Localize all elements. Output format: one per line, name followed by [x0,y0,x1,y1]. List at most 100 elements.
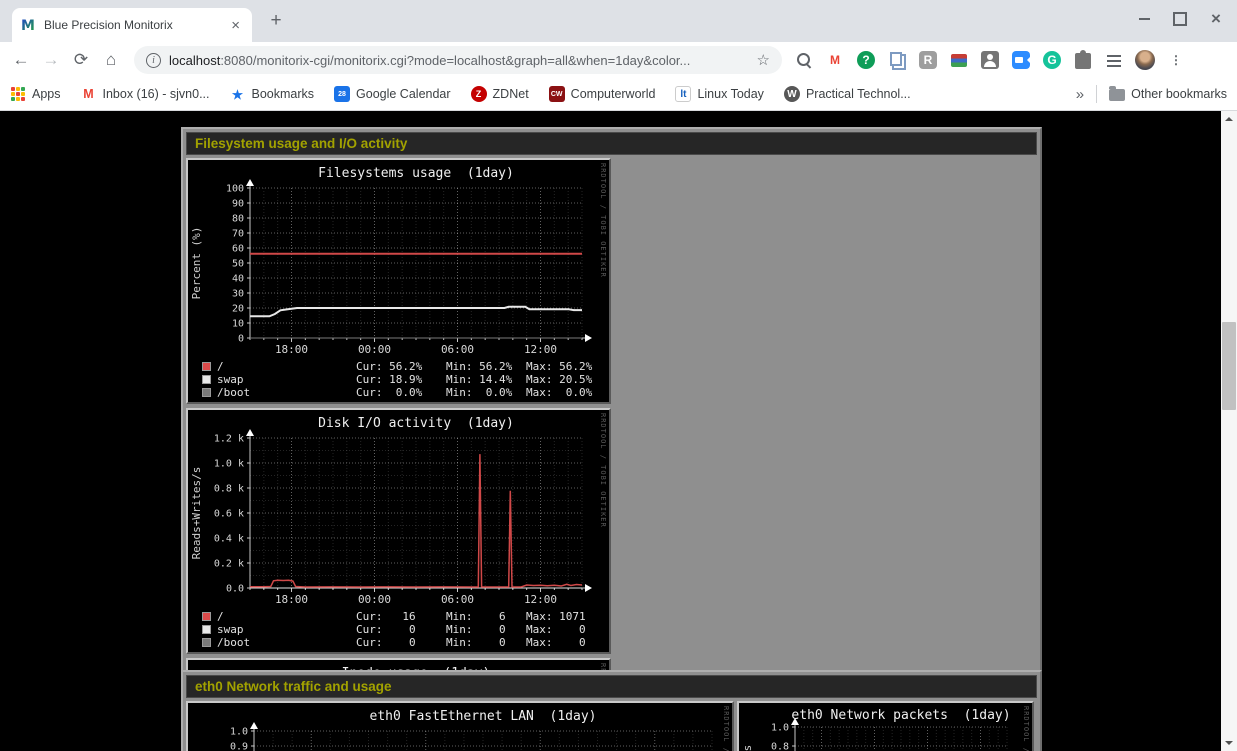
url-text[interactable]: localhost:8080/monitorix-cgi/monitorix.c… [169,53,749,68]
zoom-icon[interactable] [1011,50,1031,70]
legend-cur: Cur: 0 [356,623,416,636]
svg-text:18:00: 18:00 [275,593,308,606]
legend-row: /Cur: 56.2%Min: 56.2%Max: 56.2% [188,360,609,373]
section-header: eth0 Network traffic and usage [186,675,1037,698]
svg-text:0.6 k: 0.6 k [214,509,244,520]
svg-text:1.0 k: 1.0 k [214,459,244,470]
svg-text:70: 70 [232,229,244,240]
legend-min: Min: 0 [446,623,506,636]
menu-dots-icon[interactable]: ⋮ [1166,50,1186,70]
svg-text:Packets/s: Packets/s [741,745,754,751]
browser-tab[interactable]: M Blue Precision Monitorix × [12,8,252,42]
graph-legend: /Cur: 56.2%Min: 56.2%Max: 56.2%swapCur: … [188,360,609,399]
site-info-icon[interactable]: i [146,53,161,68]
playlist-icon[interactable] [1104,50,1124,70]
address-bar[interactable]: i localhost:8080/monitorix-cgi/monitorix… [134,46,782,74]
bookmark-item[interactable]: CWComputerworld [549,86,656,102]
graph-grid: eth0 FastEthernet LAN (1day)1.00.90.80.7… [186,701,1037,751]
monitorix-favicon: M [20,17,36,33]
browser-toolbar: ← → ⟳ ⌂ i localhost:8080/monitorix-cgi/m… [0,42,1237,78]
bookmark-star-icon[interactable]: ☆ [757,51,770,69]
svg-text:00:00: 00:00 [358,593,391,606]
books-stack-icon[interactable] [949,50,969,70]
legend-min: Min: 56.2% [446,360,512,373]
graph-canvas: Filesystems usage (1day)Percent (%)10090… [188,160,609,360]
bookmarks-overflow-chevron[interactable]: » [1076,86,1084,103]
bookmark-item[interactable]: Apps [10,86,61,102]
legend-max: Max: 0.0% [526,386,592,399]
r-extension-icon[interactable]: R [918,50,938,70]
graph-legend: /Cur: 16Min: 6Max: 1071swapCur: 0Min: 0M… [188,610,609,649]
svg-text:0.4 k: 0.4 k [214,534,244,545]
reload-button[interactable]: ⟳ [68,47,94,73]
bookmark-item[interactable]: 28Google Calendar [334,86,451,102]
legend-color-swatch [202,625,211,634]
svg-text:20: 20 [232,304,244,315]
svg-text:1.0: 1.0 [771,723,789,734]
tab-close-icon[interactable]: × [227,17,244,34]
person-badge-icon[interactable] [980,50,1000,70]
legend-row: swapCur: 18.9%Min: 14.4%Max: 20.5% [188,373,609,386]
forward-button[interactable]: → [38,47,64,73]
bookmark-item[interactable]: W Practical Technol... [784,86,911,102]
puzzle-icon[interactable] [1073,50,1093,70]
window-controls: × [1133,8,1227,30]
home-button[interactable]: ⌂ [98,47,124,73]
svg-text:1.0: 1.0 [230,727,248,738]
new-tab-button[interactable]: + [262,8,290,36]
svg-text:0.8: 0.8 [771,742,789,751]
legend-max: Max: 0 [526,636,586,649]
linuxtoday-icon: lt [675,86,691,102]
wordpress-icon: W [784,86,800,102]
svg-text:12:00: 12:00 [524,343,557,356]
legend-name: swap [217,373,244,386]
graph-panel[interactable]: eth0 Network packets (1day) Packets/s 1.0 0… [737,701,1034,751]
graph-panel[interactable]: Filesystems usage (1day)Percent (%)10090… [186,158,611,404]
graph-panel[interactable]: Disk I/O activity (1day) Reads+Writes/s 1.… [186,408,611,654]
bookmark-label: Practical Technol... [806,87,911,101]
scrollbar[interactable] [1221,111,1237,751]
legend-row: /Cur: 16Min: 6Max: 1071 [188,610,609,623]
bookmark-item[interactable]: ZZDNet [471,86,529,102]
legend-max: Max: 20.5% [526,373,592,386]
svg-text:1.2 k: 1.2 k [214,434,244,445]
legend-row: /bootCur: 0Min: 0Max: 0 [188,636,609,649]
window-close-button[interactable]: × [1205,8,1227,30]
bookmark-item[interactable]: ★Bookmarks [230,86,315,102]
profile-avatar[interactable] [1135,50,1155,70]
svg-text:0.2 k: 0.2 k [214,559,244,570]
search-icon[interactable] [794,50,814,70]
bookmark-label: Bookmarks [252,87,315,101]
legend-color-swatch [202,362,211,371]
bookmark-item[interactable]: MInbox (16) - sjvn0... [81,86,210,102]
rrdtool-watermark: RRDTOOL / TOBI OETIKER [599,163,607,278]
bookmark-item[interactable]: ltLinux Today [675,86,764,102]
maximize-button[interactable] [1169,8,1191,30]
web-page: Filesystem usage and I/O activity Filesy… [0,111,1237,751]
scroll-up-arrow[interactable] [1221,111,1237,127]
legend-min: Min: 0 [446,636,506,649]
svg-text:Reads+Writes/s: Reads+Writes/s [190,467,203,560]
other-bookmarks-button[interactable]: Other bookmarks [1109,87,1227,101]
minimize-button[interactable] [1133,8,1155,30]
legend-max: Max: 56.2% [526,360,592,373]
chat-question-icon[interactable]: ? [856,50,876,70]
grammarly-icon[interactable]: G [1042,50,1062,70]
svg-text:06:00: 06:00 [441,343,474,356]
scroll-down-arrow[interactable] [1221,735,1237,751]
legend-name: swap [217,623,244,636]
zdnet-icon: Z [471,86,487,102]
back-button[interactable]: ← [8,47,34,73]
svg-text:0.0: 0.0 [226,584,244,595]
svg-text:eth0 Network packets (1day): eth0 Network packets (1day) [791,708,1010,723]
gmail-icon[interactable]: M [825,50,845,70]
graph-panel[interactable]: eth0 FastEthernet LAN (1day)1.00.90.80.7… [186,701,734,751]
copy-pages-icon[interactable] [887,50,907,70]
gmail-icon: M [81,86,97,102]
bookmark-label: Google Calendar [356,87,451,101]
scrollbar-thumb[interactable] [1222,322,1236,410]
rrdtool-watermark: RRDTOOL / TOBI OETIKER [722,706,730,751]
svg-text:Disk I/O activity (1day): Disk I/O activity (1day) [318,416,514,431]
legend-cur: Cur: 0.0% [356,386,422,399]
svg-text:60: 60 [232,244,244,255]
